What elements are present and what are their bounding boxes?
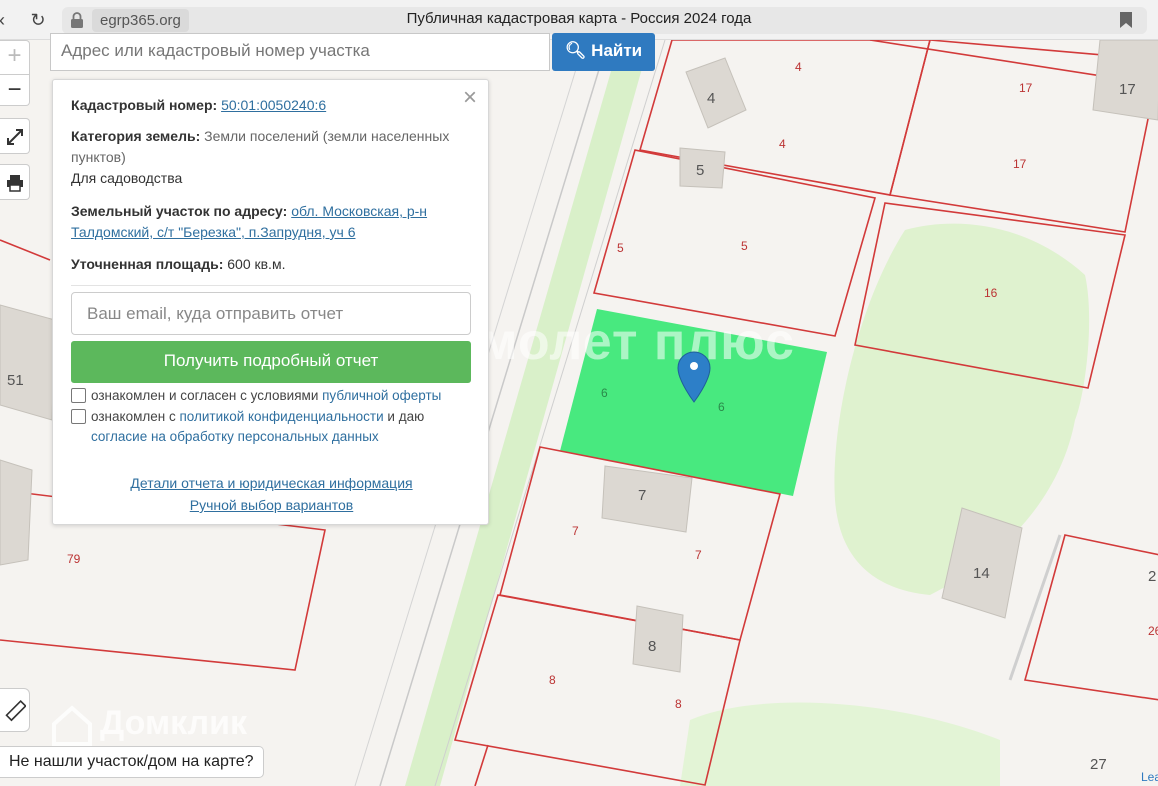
house-logo-icon — [52, 705, 92, 746]
land-category-label: Категория земель: — [71, 128, 201, 144]
building-label: 5 — [696, 162, 705, 179]
watermark-domclick: Домклик — [100, 704, 248, 742]
land-category-row: Категория земель: Земли поселений (земли… — [71, 126, 471, 189]
personal-data-consent-link[interactable]: согласие на обработку персональных данны… — [91, 429, 379, 444]
printer-icon — [6, 175, 23, 192]
area-value: 600 кв.м. — [227, 256, 286, 272]
parcel-label: 5 — [617, 241, 624, 255]
page-title: Публичная кадастровая карта - Россия 202… — [406, 10, 752, 27]
expand-icon — [6, 129, 23, 145]
area-row: Уточненная площадь: 600 кв.м. — [71, 254, 471, 275]
cadastral-number-link[interactable]: 50:01:0050240:6 — [221, 97, 326, 113]
parcel-label: 6 — [601, 386, 608, 400]
parcel-label: 16 — [984, 286, 998, 300]
parcel-label: 4 — [795, 60, 802, 74]
parcel-label: 8 — [549, 673, 556, 687]
get-report-button[interactable]: Получить подробный отчет — [71, 341, 471, 383]
cadastral-number-row: Кадастровый номер: 50:01:0050240:6 — [71, 95, 471, 116]
building-label: 8 — [648, 638, 657, 655]
parcel-label: 4 — [779, 137, 786, 151]
parcel-label: 79 — [67, 552, 81, 566]
fullscreen-button[interactable] — [0, 118, 30, 154]
building-label: 51 — [7, 372, 24, 389]
land-use-value: Для садоводства — [71, 170, 183, 186]
parcel-label: 8 — [675, 697, 682, 711]
address-label: Земельный участок по адресу: — [71, 203, 288, 219]
privacy-policy-link[interactable]: политикой конфиденциальности — [179, 409, 383, 424]
bookmark-icon[interactable] — [1119, 12, 1133, 28]
parcel-label: 6 — [718, 400, 725, 414]
green-area-bottom — [680, 702, 1000, 786]
report-details-link[interactable]: Детали отчета и юридическая информация — [53, 475, 490, 491]
manual-selection-link[interactable]: Ручной выбор вариантов — [53, 497, 490, 513]
leaflet-attribution-link[interactable]: Lea — [1141, 770, 1158, 784]
parcel-label: 7 — [572, 524, 579, 538]
offer-consent-label: ознакомлен и согласен с условиями — [91, 388, 319, 403]
building-label: 17 — [1119, 81, 1136, 98]
privacy-consent-checkbox[interactable] — [71, 409, 86, 424]
zoom-in-button[interactable]: + — [0, 41, 29, 74]
building-label: 14 — [973, 565, 990, 582]
building-label: 7 — [638, 487, 647, 504]
search-input[interactable]: Адрес или кадастровый номер участка — [50, 33, 550, 71]
public-offer-link[interactable]: публичной оферты — [322, 388, 441, 403]
privacy-consent-label: ознакомлен с — [91, 409, 176, 424]
search-button-label: Найти — [591, 41, 643, 60]
building-label: 27 — [1090, 756, 1107, 773]
parcel-info-popup: × Кадастровый номер: 50:01:0050240:6 Кат… — [52, 79, 489, 525]
zoom-control: + − — [0, 40, 30, 106]
offer-consent-checkbox[interactable] — [71, 388, 86, 403]
zoom-out-button[interactable]: − — [0, 74, 29, 107]
address-row: Земельный участок по адресу: обл. Москов… — [71, 201, 471, 243]
offer-consent-text: ознакомлен и согласен с условиями публич… — [91, 386, 471, 406]
email-field[interactable]: Ваш email, куда отправить отчет — [71, 292, 471, 335]
privacy-consent-label-2: и даю — [387, 409, 425, 424]
ruler-icon — [4, 699, 27, 722]
fence-line — [1008, 534, 1062, 681]
search-button[interactable]: 🔍︎ Найти — [552, 33, 655, 71]
parcel-label: 17 — [1019, 81, 1033, 95]
building-label: 4 — [707, 90, 716, 107]
parcel-label: 7 — [695, 548, 702, 562]
parcel-label: 26 — [1148, 624, 1158, 638]
ruler-button[interactable] — [0, 688, 30, 732]
privacy-consent-text: ознакомлен с политикой конфиденциальност… — [91, 407, 471, 447]
cadastral-number-label: Кадастровый номер: — [71, 97, 218, 113]
parcel-label: 17 — [1013, 157, 1027, 171]
not-found-button[interactable]: Не нашли участок/дом на карте? — [0, 746, 264, 778]
area-label: Уточненная площадь: — [71, 256, 224, 272]
search-icon: 🔍︎ — [564, 41, 587, 60]
print-button[interactable] — [0, 164, 30, 200]
building-label: 2 — [1148, 568, 1157, 585]
parcel-label: 5 — [741, 239, 748, 253]
location-marker-icon[interactable] — [677, 351, 711, 403]
divider — [71, 285, 471, 286]
